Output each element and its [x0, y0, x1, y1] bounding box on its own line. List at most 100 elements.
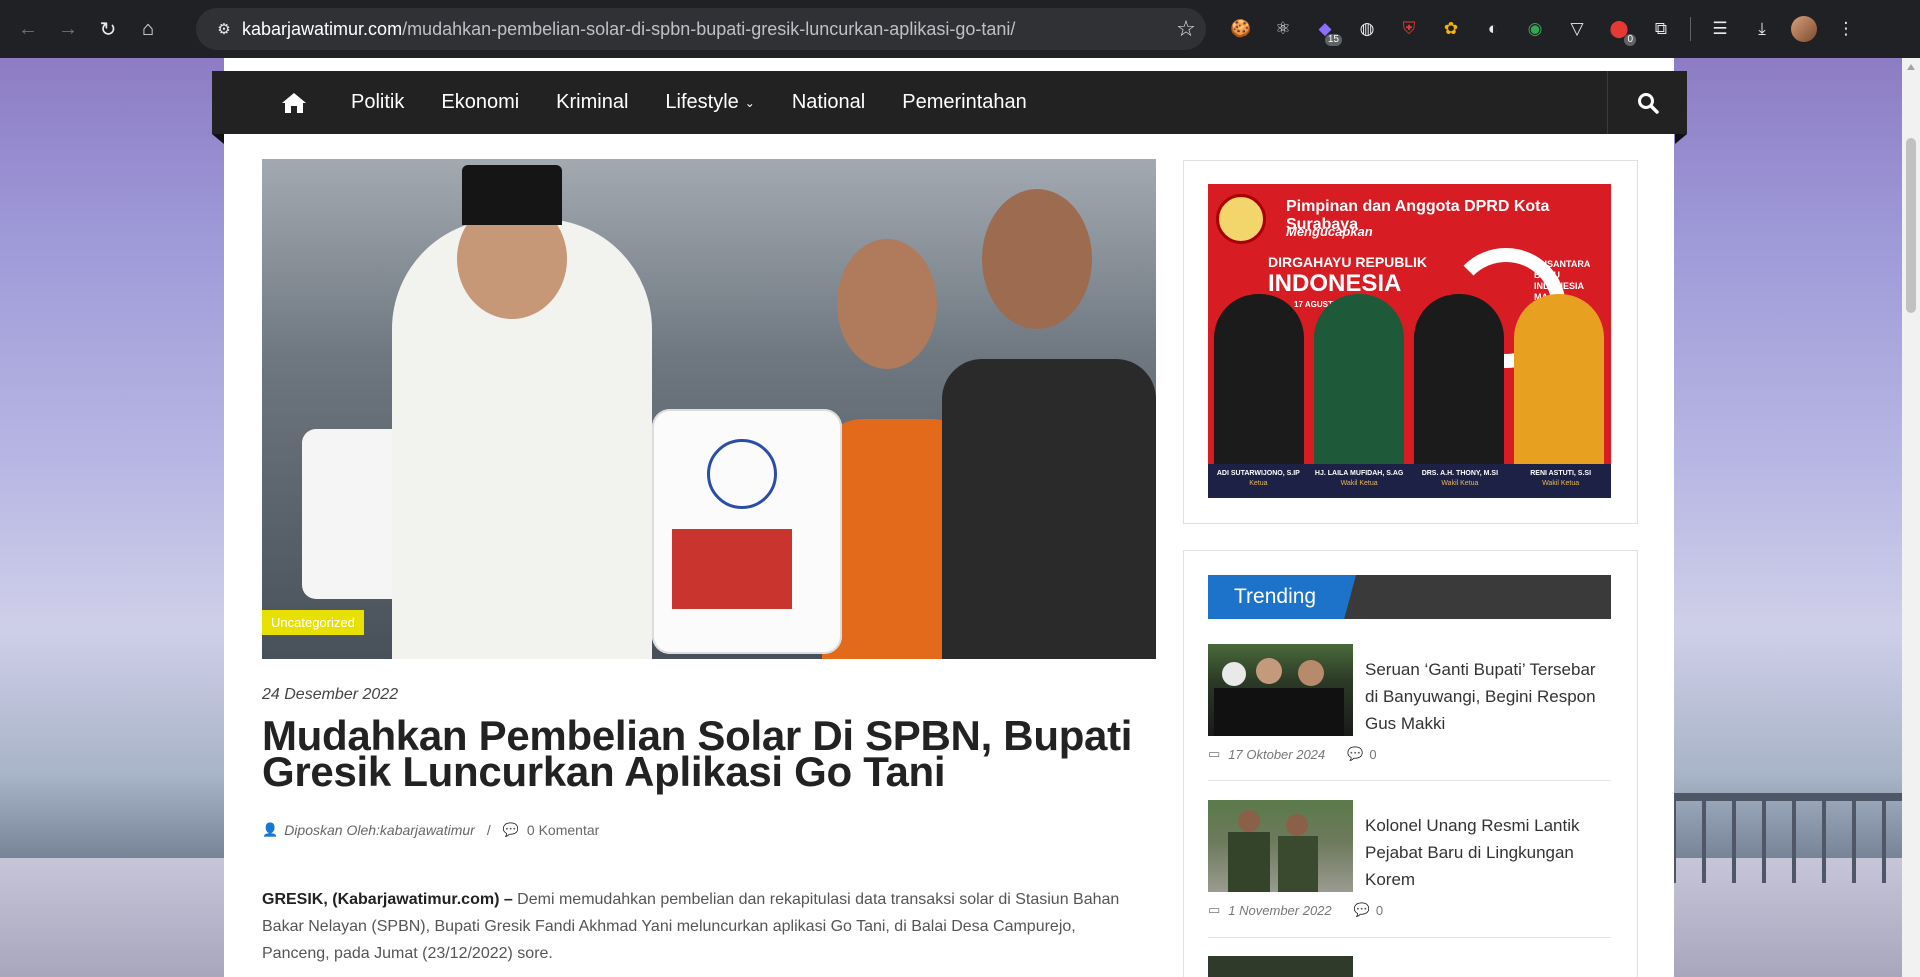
trending-item[interactable]: Kolonel Unang Resmi Lantik Pejabat Baru …: [1208, 800, 1611, 925]
article-title: Mudahkan Pembelian Solar Di SPBN, Bupati…: [262, 712, 1133, 795]
vue-icon[interactable]: ▽: [1560, 12, 1594, 46]
extension-badge-icon[interactable]: ◆ 15: [1308, 12, 1342, 46]
image-shape: [982, 189, 1092, 329]
reading-list-icon[interactable]: ☰: [1703, 12, 1737, 46]
atom-icon[interactable]: ⚛: [1266, 12, 1300, 46]
avatar: [1791, 16, 1817, 42]
main-navigation: Politik Ekonomi Kriminal Lifestyle ⌄ Nati…: [212, 71, 1687, 144]
ad-person-name: ADI SUTARWIJONO, S.IP: [1216, 470, 1300, 477]
trending-divider: [1208, 780, 1611, 781]
nav-item-national[interactable]: National: [792, 91, 865, 114]
ad-person-role: Wakil Ketua: [1441, 480, 1479, 487]
meta-separator: /: [486, 822, 491, 838]
article-date: 24 Desember 2022: [262, 686, 399, 703]
trending-thumbnail[interactable]: [1208, 800, 1353, 892]
ad-person-name: HJ. LAILA MUFIDAH, S.AG: [1314, 470, 1404, 477]
trending-item-title[interactable]: Seruan ‘Ganti Bupati’ Tersebar di Banyuw…: [1365, 656, 1610, 737]
home-nav-icon[interactable]: [274, 83, 314, 123]
trending-item-date[interactable]: 17 Oktober 2024: [1228, 747, 1325, 762]
reload-icon[interactable]: ↻: [88, 9, 128, 49]
dprd-banner[interactable]: Pimpinan dan Anggota DPRD Kota Surabaya …: [1208, 184, 1611, 498]
image-shape: [462, 165, 562, 225]
comment-icon: 💬: [1347, 746, 1364, 761]
trending-item[interactable]: Seruan ‘Ganti Bupati’ Tersebar di Banyuw…: [1208, 644, 1611, 769]
ad-person-caption: RENI ASTUTI, S.SI Wakil Ketua: [1510, 464, 1611, 498]
ad-person: [1514, 294, 1604, 464]
home-icon[interactable]: ⌂: [128, 9, 168, 49]
category-badge[interactable]: Uncategorized: [262, 610, 364, 635]
trending-item-meta: ▭ 1 November 2022 💬 0: [1208, 902, 1383, 918]
trending-item-date[interactable]: 1 November 2022: [1228, 903, 1331, 918]
record-icon[interactable]: ⬤ 0: [1602, 12, 1636, 46]
trending-item-meta: ▭ 17 Oktober 2024 💬 0: [1208, 746, 1377, 762]
ad-person-role: Ketua: [1249, 480, 1268, 487]
globe-icon[interactable]: ◍: [1350, 12, 1384, 46]
image-shape: [1286, 814, 1308, 836]
background-bridge: [1664, 793, 1904, 883]
extensions-bar: 🍪 ⚛ ◆ 15 ◍ ⛨ ✿ ◐ ◉ ▽ ⬤ 0 ⧉ ☰ ⤓ ⋮: [1220, 0, 1867, 58]
ad-names-bar: ADI SUTARWIJONO, S.IP Ketua HJ. LAILA MUF…: [1208, 464, 1611, 498]
ad-person-caption: ADI SUTARWIJONO, S.IP Ketua: [1208, 464, 1309, 498]
eye-icon[interactable]: ◉: [1518, 12, 1552, 46]
image-shape: [942, 359, 1156, 659]
featured-image[interactable]: [262, 159, 1156, 659]
trending-item[interactable]: [1208, 956, 1611, 977]
scroll-up-arrow-icon[interactable]: [1907, 64, 1915, 70]
nav-item-ekonomi[interactable]: Ekonomi: [441, 91, 519, 114]
image-shape: [1238, 810, 1260, 832]
dprd-seal-logo: [1216, 194, 1266, 244]
ad-person: [1314, 294, 1404, 464]
profile-avatar[interactable]: [1787, 12, 1821, 46]
nav-item-politik[interactable]: Politik: [351, 91, 404, 114]
comment-icon: 💬: [502, 822, 519, 837]
puzzle-icon[interactable]: ⧉: [1644, 12, 1678, 46]
article-meta: 👤 Diposkan Oleh:kabarjawatimur / 💬 0 Kom…: [262, 822, 599, 838]
nav-item-label: Lifestyle: [665, 91, 739, 113]
trending-thumbnail[interactable]: [1208, 644, 1353, 736]
article-lead: GRESIK, (Kabarjawatimur.com) –: [262, 891, 513, 908]
forward-arrow-icon[interactable]: →: [48, 9, 88, 49]
image-shape: [1256, 658, 1282, 684]
nav-item-lifestyle[interactable]: Lifestyle ⌄: [665, 91, 754, 114]
image-shape: [837, 239, 937, 369]
url-text[interactable]: kabarjawatimur.com/mudahkan-pembelian-so…: [242, 19, 1166, 40]
search-icon[interactable]: [1607, 71, 1687, 134]
trending-item-comments[interactable]: 0: [1369, 747, 1376, 762]
ad-person-name: RENI ASTUTI, S.SI: [1530, 470, 1592, 477]
nav-item-pemerintahan[interactable]: Pemerintahan: [902, 91, 1027, 114]
scrollbar-thumb[interactable]: [1906, 138, 1916, 313]
nav-item-kriminal[interactable]: Kriminal: [556, 91, 628, 114]
comments-link[interactable]: 0 Komentar: [527, 822, 599, 838]
author-link[interactable]: Diposkan Oleh:kabarjawatimur: [284, 822, 475, 838]
ad-person: [1414, 294, 1504, 464]
chevron-down-icon: ⌄: [744, 95, 755, 110]
image-shape: [1278, 836, 1318, 892]
trending-thumbnail[interactable]: [1208, 956, 1353, 977]
calendar-icon: ▭: [1208, 902, 1221, 917]
page-scrollbar[interactable]: [1902, 58, 1920, 977]
browser-toolbar: ← → ↻ ⌂ ⚙ kabarjawatimur.com/mudahkan-pe…: [0, 0, 1920, 58]
shield-icon[interactable]: ⛨: [1392, 12, 1426, 46]
cookie-icon[interactable]: 🍪: [1224, 12, 1258, 46]
image-shape: [1214, 688, 1344, 736]
address-bar[interactable]: ⚙ kabarjawatimur.com/mudahkan-pembelian-…: [196, 8, 1206, 50]
menu-dots-icon[interactable]: ⋮: [1829, 12, 1863, 46]
toolbar-divider: [1690, 17, 1691, 41]
back-arrow-icon[interactable]: ←: [8, 9, 48, 49]
ad-person-role: Wakil Ketua: [1542, 480, 1580, 487]
download-icon[interactable]: ⤓: [1745, 12, 1779, 46]
ad-person-caption: HJ. LAILA MUFIDAH, S.AG Wakil Ketua: [1309, 464, 1410, 498]
trending-divider: [1208, 937, 1611, 938]
circle-icon[interactable]: ◐: [1476, 12, 1510, 46]
comment-icon: 💬: [1353, 902, 1370, 917]
trending-item-comments[interactable]: 0: [1376, 903, 1383, 918]
color-wheel-icon[interactable]: ✿: [1434, 12, 1468, 46]
ad-person-role: Wakil Ketua: [1340, 480, 1378, 487]
image-shape: [672, 529, 792, 609]
ad-line2: INDONESIA: [1268, 270, 1402, 297]
calendar-icon: ▭: [1208, 746, 1221, 761]
site-info-icon[interactable]: ⚙: [206, 20, 242, 38]
bookmark-star-icon[interactable]: ☆: [1166, 16, 1206, 42]
ad-person-name: DRS. A.H. THONY, M.SI: [1421, 470, 1499, 477]
trending-item-title[interactable]: Kolonel Unang Resmi Lantik Pejabat Baru …: [1365, 812, 1610, 893]
